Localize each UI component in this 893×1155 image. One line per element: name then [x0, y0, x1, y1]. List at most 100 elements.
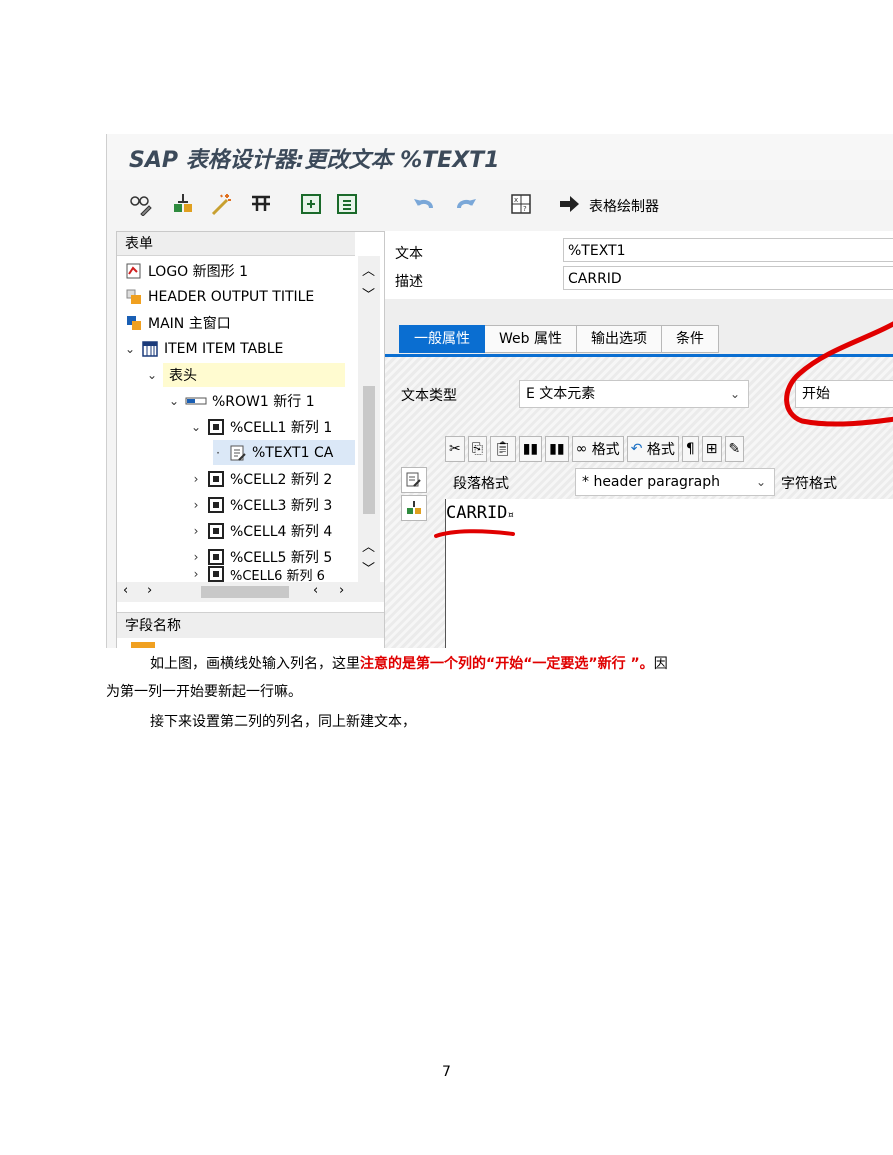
text-name-field[interactable]: %TEXT1 — [563, 238, 893, 262]
form-painter-button[interactable]: 表格绘制器 — [589, 196, 659, 216]
tree-item-cell4[interactable]: › %CELL4 新列 4 — [191, 518, 332, 543]
char-format-label: 字符格式 — [781, 476, 837, 492]
text-editor[interactable]: CARRID¤ — [445, 499, 893, 648]
format-button[interactable]: ∞ 格式 — [571, 436, 624, 462]
tree-header: 表单 — [117, 232, 355, 256]
chevron-left-icon[interactable]: ‹ — [313, 583, 318, 598]
undo-icon: ↶ — [630, 441, 643, 457]
cell-icon — [207, 496, 225, 514]
editor-text: CARRID — [446, 503, 508, 523]
para-format-label: 段落格式 — [453, 476, 509, 492]
chevron-left-icon[interactable]: ‹ — [123, 583, 128, 598]
tree-horizontal-scrollbar[interactable]: ‹ › ‹ › — [117, 582, 384, 602]
main-window-icon — [125, 314, 143, 332]
detail-panel: 文本 %TEXT1 描述 CARRID 一般属性 Web 属性 输出选项 条件 … — [385, 231, 893, 648]
sap-screenshot: SAP 表格设计器:更改文本 %TEXT1 x? 表格绘制器 表单 ︿ ﹀ ︿ … — [106, 134, 893, 648]
editor-toolbar: ✂ ⎘ 📋︎ ▮▮ ▮▮ ∞ 格式 ↶ 格式 ¶ ⊞ ✎ — [445, 436, 745, 462]
graphic-icon — [125, 262, 143, 280]
scroll-down-icon[interactable]: ﹀ — [362, 558, 375, 577]
chevron-right-icon[interactable]: › — [191, 567, 201, 581]
tab-web[interactable]: Web 属性 — [485, 325, 577, 353]
toolbar: x? 表格绘制器 — [107, 180, 893, 230]
chevron-down-icon: ⌄ — [755, 475, 766, 489]
tree-scrollbar[interactable]: ︿ ﹀ ︿ ﹀ — [358, 256, 380, 602]
scroll-thumb[interactable] — [363, 386, 375, 514]
move-node-icon[interactable] — [333, 190, 361, 218]
desc-label: 描述 — [395, 274, 423, 290]
chevron-down-icon[interactable]: ⌄ — [125, 342, 135, 356]
cell-icon — [207, 470, 225, 488]
tree-item-logo[interactable]: LOGO 新图形 1 — [125, 258, 248, 283]
text-label: 文本 — [395, 246, 423, 262]
chevron-down-icon[interactable]: ⌄ — [191, 420, 201, 434]
chevron-down-icon: ⌄ — [729, 387, 740, 401]
chevron-right-icon[interactable]: › — [191, 498, 201, 512]
redo-icon[interactable] — [453, 190, 481, 218]
arrow-right-icon[interactable] — [555, 190, 583, 218]
scroll-up-icon[interactable]: ︿ — [362, 536, 375, 555]
tree-item-cell6[interactable]: › %CELL6 新列 6 — [191, 566, 325, 582]
copy-icon[interactable]: ⎘ — [467, 436, 487, 462]
window-title: SAP 表格设计器:更改文本 %TEXT1 — [129, 148, 500, 173]
paragraph-1: 如上图，画横线处输入列名，这里注意的是第一个列的“开始“一定要选”新行 ”。因 — [150, 656, 668, 672]
tree-item-text1[interactable]: · %TEXT1 CA — [213, 440, 355, 465]
folder-icon — [131, 642, 155, 648]
chevron-down-icon[interactable]: ⌄ — [147, 368, 157, 382]
glasses-pen-icon[interactable] — [127, 190, 155, 218]
edit-text-icon[interactable] — [401, 467, 427, 493]
paste-icon[interactable]: 📋︎ — [489, 436, 516, 462]
tab-conditions[interactable]: 条件 — [661, 325, 719, 353]
para-format-select[interactable]: * header paragraph ⌄ — [575, 468, 775, 496]
chevron-right-icon[interactable]: › — [147, 583, 152, 598]
tree-item-cell2[interactable]: › %CELL2 新列 2 — [191, 466, 332, 491]
chevron-right-icon[interactable]: › — [191, 550, 201, 564]
magic-wand-icon[interactable] — [207, 190, 235, 218]
cell-icon — [207, 418, 225, 436]
svg-text:x: x — [514, 196, 518, 204]
description-field[interactable]: CARRID — [563, 266, 893, 290]
tree-item-table-header[interactable]: ⌄ 表头 — [147, 362, 345, 387]
chevron-down-icon[interactable]: ⌄ — [169, 394, 179, 408]
scissors-icon[interactable]: ✂ — [445, 436, 465, 462]
hierarchy-icon[interactable] — [401, 495, 427, 521]
scroll-down-icon[interactable]: ﹀ — [362, 284, 375, 303]
insert-icon[interactable]: ⊞ — [701, 436, 722, 462]
field-name-header: 字段名称 — [117, 612, 384, 638]
window-icon — [125, 288, 143, 306]
hierarchy-icon[interactable] — [169, 190, 197, 218]
hscroll-thumb[interactable] — [201, 586, 289, 598]
tree-item-header[interactable]: HEADER OUTPUT TITILE — [125, 284, 314, 309]
text-type-select[interactable]: E 文本元素 ⌄ — [519, 380, 749, 408]
tree-item-cell1[interactable]: ⌄ %CELL1 新列 1 — [191, 414, 332, 439]
start-select[interactable]: 开始 — [795, 380, 893, 408]
paragraph-mark: ¤ — [507, 508, 515, 521]
find-icon[interactable]: ▮▮ — [518, 436, 543, 462]
tab-general[interactable]: 一般属性 — [399, 325, 485, 353]
title-bar: SAP 表格设计器:更改文本 %TEXT1 — [107, 134, 893, 180]
pilcrow-icon[interactable]: ¶ — [681, 436, 699, 462]
text-type-label: 文本类型 — [401, 388, 457, 404]
tree-panel: 表单 ︿ ﹀ ︿ ﹀ LOGO 新图形 1 HEADER OUTPUT TITI… — [116, 231, 385, 648]
chevron-right-icon[interactable]: › — [339, 583, 344, 598]
tree-item-item-table[interactable]: ⌄ ITEM ITEM TABLE — [125, 336, 283, 361]
undo-icon[interactable] — [409, 190, 437, 218]
tab-output[interactable]: 输出选项 — [576, 325, 662, 353]
tree-item-cell3[interactable]: › %CELL3 新列 3 — [191, 492, 332, 517]
formula-icon[interactable]: x? — [507, 190, 535, 218]
chevron-right-icon[interactable]: › — [191, 524, 201, 538]
cell-icon — [207, 566, 225, 582]
paragraph-1-line2: 为第一列一开始要新起一行嘛。 — [106, 684, 302, 700]
text-icon — [229, 444, 247, 462]
insert-node-icon[interactable] — [297, 190, 325, 218]
pencil-icon[interactable]: ✎ — [724, 436, 745, 462]
cell-icon — [207, 548, 225, 566]
glasses-icon: ∞ — [575, 441, 588, 457]
table-icon — [141, 340, 159, 358]
undo-format-button[interactable]: ↶ 格式 — [626, 436, 679, 462]
chevron-right-icon[interactable]: › — [191, 472, 201, 486]
find-next-icon[interactable]: ▮▮ — [545, 436, 569, 462]
scroll-up-icon[interactable]: ︿ — [362, 260, 375, 279]
align-icon[interactable] — [247, 190, 275, 218]
tree-item-row1[interactable]: ⌄ %ROW1 新行 1 — [169, 388, 315, 413]
tree-item-main[interactable]: MAIN 主窗口 — [125, 310, 231, 335]
